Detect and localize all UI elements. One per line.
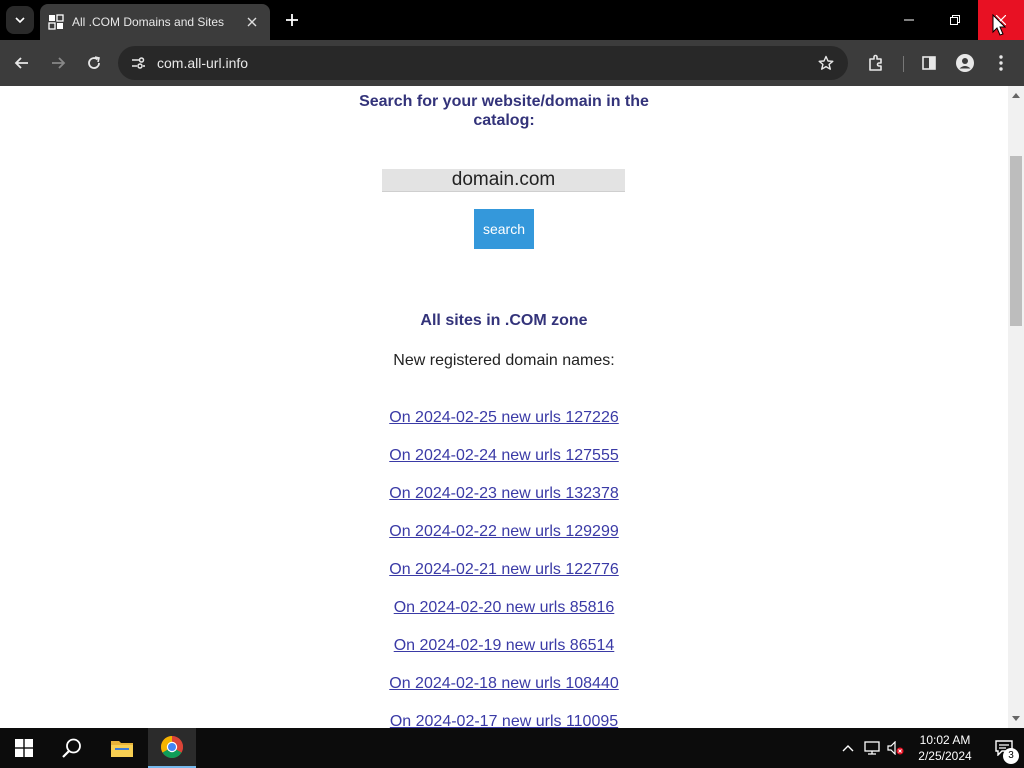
clock[interactable]: 10:02 AM 2/25/2024: [912, 732, 978, 764]
extensions-icon: [869, 54, 882, 71]
url-text: com.all-url.info: [157, 55, 249, 71]
network-button[interactable]: [860, 728, 884, 768]
scroll-up-icon: [1012, 93, 1020, 98]
menu-icon: [999, 55, 1003, 71]
daily-urls-link[interactable]: On 2024-02-23 new urls 132378: [389, 485, 619, 502]
chevron-up-icon: [842, 745, 854, 752]
bookmark-button[interactable]: [816, 53, 836, 73]
daily-urls-link[interactable]: On 2024-02-24 new urls 127555: [389, 447, 619, 464]
address-bar[interactable]: com.all-url.info: [118, 46, 848, 80]
start-button[interactable]: [0, 728, 48, 768]
taskbar-search-button[interactable]: [48, 728, 96, 768]
scroll-up-button[interactable]: [1008, 86, 1024, 104]
search-heading: Search for your website/domain in the ca…: [359, 93, 649, 129]
list-item: On 2024-02-19 new urls 86514: [0, 637, 1008, 675]
scroll-thumb[interactable]: [1010, 156, 1022, 326]
taskbar: 10:02 AM 2/25/2024 3: [0, 728, 1024, 768]
file-explorer-button[interactable]: [98, 728, 146, 768]
reload-button[interactable]: [80, 49, 108, 77]
zone-heading: All sites in .COM zone: [420, 312, 588, 329]
profile-icon: [956, 54, 974, 72]
profile-button[interactable]: [951, 49, 979, 77]
daily-urls-link[interactable]: On 2024-02-22 new urls 129299: [389, 523, 619, 540]
site-info-icon: [132, 57, 145, 69]
favicon-icon: [48, 14, 64, 30]
chrome-taskbar-button[interactable]: [148, 728, 196, 768]
tab-title: All .COM Domains and Sites: [72, 15, 225, 29]
search-button[interactable]: search: [474, 209, 534, 249]
list-item: On 2024-02-20 new urls 85816: [0, 599, 1008, 637]
tab-strip: All .COM Domains and Sites: [0, 0, 1024, 40]
vertical-scrollbar[interactable]: [1008, 86, 1024, 728]
daily-urls-link[interactable]: On 2024-02-21 new urls 122776: [389, 561, 619, 578]
volume-muted-icon: [887, 741, 904, 755]
notification-center-button[interactable]: 3: [984, 728, 1024, 768]
daily-urls-link[interactable]: On 2024-02-19 new urls 86514: [394, 637, 615, 654]
new-tab-button[interactable]: [280, 8, 304, 32]
side-panel-icon: [922, 56, 936, 70]
extensions-button[interactable]: [862, 49, 890, 77]
new-urls-list: On 2024-02-25 new urls 127226 On 2024-02…: [0, 409, 1008, 728]
volume-button[interactable]: [884, 728, 908, 768]
back-icon: [14, 57, 28, 69]
tab-search-icon: [15, 17, 25, 24]
side-panel-button[interactable]: [915, 49, 943, 77]
file-explorer-icon: [111, 741, 133, 757]
minimize-button[interactable]: [886, 0, 932, 40]
back-button[interactable]: [8, 49, 36, 77]
minimize-icon: [904, 19, 914, 21]
daily-urls-link[interactable]: On 2024-02-25 new urls 127226: [389, 409, 619, 426]
system-tray: 10:02 AM 2/25/2024 3: [836, 728, 1024, 768]
list-item: On 2024-02-21 new urls 122776: [0, 561, 1008, 599]
browser-toolbar: com.all-url.info: [0, 40, 1024, 86]
list-item: On 2024-02-17 new urls 110095: [0, 713, 1008, 728]
search-icon: [62, 738, 81, 758]
screen: All .COM Domains and Sites com.all-url.i…: [0, 0, 1024, 768]
network-icon: [864, 741, 880, 755]
list-item: On 2024-02-25 new urls 127226: [0, 409, 1008, 447]
restore-button[interactable]: [932, 0, 978, 40]
tab-search-button[interactable]: [6, 6, 34, 34]
mouse-cursor-icon: [992, 14, 1006, 36]
menu-button[interactable]: [987, 49, 1015, 77]
star-icon: [818, 55, 834, 70]
windows-start-icon: [15, 739, 33, 757]
list-item: On 2024-02-18 new urls 108440: [0, 675, 1008, 713]
new-domains-label: New registered domain names:: [393, 352, 615, 369]
search-input[interactable]: [382, 169, 625, 192]
chrome-icon: [161, 736, 183, 758]
page-viewport: Search for your website/domain in the ca…: [0, 86, 1008, 728]
plus-icon: [286, 14, 298, 26]
site-info-button[interactable]: [128, 53, 148, 73]
list-item: On 2024-02-22 new urls 129299: [0, 523, 1008, 561]
clock-date: 2/25/2024: [918, 749, 972, 763]
reload-icon: [88, 56, 100, 69]
forward-icon: [52, 57, 66, 69]
forward-button[interactable]: [44, 49, 72, 77]
list-item: On 2024-02-23 new urls 132378: [0, 485, 1008, 523]
close-icon: [247, 17, 257, 27]
notification-count-badge: 3: [1003, 748, 1019, 764]
daily-urls-link[interactable]: On 2024-02-17 new urls 110095: [390, 713, 618, 728]
clock-time: 10:02 AM: [919, 733, 971, 747]
show-hidden-icons-button[interactable]: [836, 728, 860, 768]
daily-urls-link[interactable]: On 2024-02-18 new urls 108440: [389, 675, 619, 692]
tab-close-button[interactable]: [244, 14, 260, 30]
scroll-down-button[interactable]: [1008, 710, 1024, 728]
active-tab[interactable]: All .COM Domains and Sites: [40, 4, 270, 40]
scroll-down-icon: [1012, 716, 1020, 721]
daily-urls-link[interactable]: On 2024-02-20 new urls 85816: [394, 599, 615, 616]
toolbar-separator: [903, 56, 904, 72]
restore-icon: [950, 15, 960, 25]
list-item: On 2024-02-24 new urls 127555: [0, 447, 1008, 485]
